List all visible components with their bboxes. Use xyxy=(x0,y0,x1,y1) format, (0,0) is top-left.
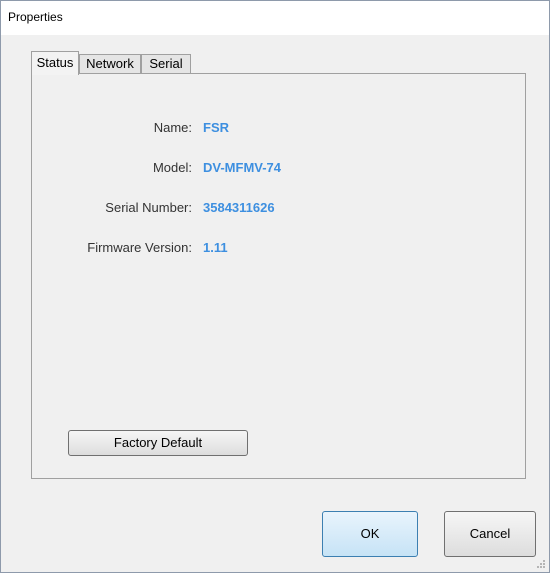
ok-button-label: OK xyxy=(360,526,380,541)
ok-button[interactable]: OK xyxy=(322,511,418,557)
tab-status-label: Status xyxy=(36,55,74,70)
cancel-button-label: Cancel xyxy=(469,526,511,541)
tab-network[interactable]: Network xyxy=(79,54,141,73)
firmware-version-value: 1.11 xyxy=(203,240,228,255)
model-label: Model: xyxy=(152,160,192,175)
status-tab-panel: Name: FSR Model: DV-MFMV-74 Serial Numbe… xyxy=(31,73,526,479)
resize-grip-icon[interactable] xyxy=(535,558,545,568)
model-value: DV-MFMV-74 xyxy=(203,160,282,175)
title-bar[interactable]: Properties xyxy=(1,1,549,35)
window-title: Properties xyxy=(8,10,63,24)
factory-default-button-label: Factory Default xyxy=(113,435,203,450)
serial-number-label: Serial Number: xyxy=(105,200,192,215)
firmware-version-label: Firmware Version: xyxy=(87,240,192,255)
tab-network-label: Network xyxy=(86,56,134,71)
cancel-button[interactable]: Cancel xyxy=(444,511,536,557)
factory-default-button[interactable]: Factory Default xyxy=(68,430,248,456)
name-label: Name: xyxy=(153,120,192,135)
tab-serial[interactable]: Serial xyxy=(141,54,191,73)
tab-serial-label: Serial xyxy=(149,56,183,71)
properties-dialog: Properties Status Network Serial Name: F… xyxy=(0,0,550,573)
serial-number-value: 3584311626 xyxy=(203,200,275,215)
name-value: FSR xyxy=(203,120,229,135)
tab-status[interactable]: Status xyxy=(31,51,79,75)
